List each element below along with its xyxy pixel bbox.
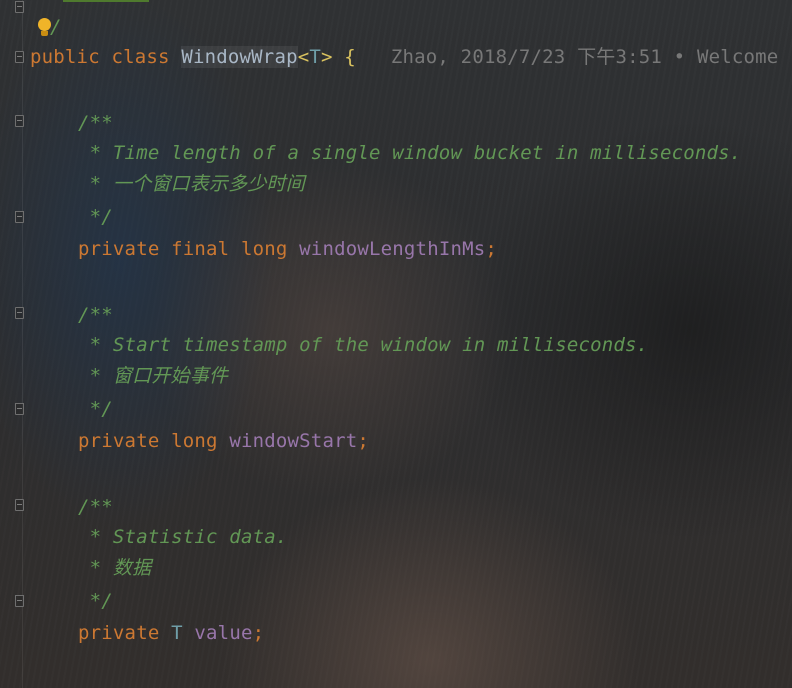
bulb-base [41, 31, 48, 36]
fold-marker-icon[interactable] [15, 595, 24, 607]
doc-comment-line: * Statistic data. [78, 525, 288, 549]
comment-open-text: /** [78, 304, 113, 326]
doc-comment-open: /** [78, 303, 113, 327]
comment-close-line: / [50, 15, 62, 39]
comment-open-text: /** [78, 496, 113, 518]
gutter-divider [22, 0, 23, 688]
semicolon: ; [357, 430, 369, 452]
field-declaration[interactable]: private T value; [78, 621, 264, 645]
fold-marker-icon[interactable] [15, 307, 24, 319]
doc-comment-close: */ [78, 589, 113, 613]
type-open: < [297, 46, 310, 68]
comment-text: * 窗口开始事件 [78, 365, 229, 387]
field-declaration[interactable]: private long windowStart; [78, 429, 369, 453]
doc-comment-open: /** [78, 111, 113, 135]
comment-text: * Statistic data. [78, 526, 288, 548]
field-name[interactable]: value [194, 622, 252, 644]
comment-close-text: */ [78, 206, 113, 228]
fold-marker-icon[interactable] [15, 1, 24, 13]
keyword-class: class [111, 46, 170, 68]
comment-close-text: */ [78, 398, 113, 420]
semicolon: ; [485, 238, 498, 260]
type-long: long [171, 430, 218, 452]
type-long: long [240, 238, 288, 260]
type-close: > [321, 46, 333, 68]
doc-comment-line: * 一个窗口表示多少时间 [78, 172, 305, 196]
doc-comment-line: * Start timestamp of the window in milli… [78, 333, 648, 357]
class-declaration[interactable]: public class WindowWrap<T> { Zhao, 2018/… [30, 45, 778, 69]
modifier-private: private [78, 238, 160, 260]
comment-text: * Time length of a single window bucket … [78, 142, 742, 164]
doc-comment-line: * Time length of a single window bucket … [78, 141, 742, 165]
git-blame-hint[interactable]: Zhao, 2018/7/23 下午3:51 • Welcome [391, 46, 779, 68]
comment-text: * 数据 [78, 557, 152, 579]
fold-marker-icon[interactable] [15, 499, 24, 511]
comment-open-text: /** [78, 112, 113, 134]
doc-comment-line: * 窗口开始事件 [78, 364, 228, 388]
fold-marker-icon[interactable] [15, 403, 24, 415]
class-open-brace: { [344, 46, 356, 68]
type-param: T [171, 622, 183, 644]
type-param: T [309, 46, 321, 68]
modifier-private: private [78, 622, 160, 644]
fold-marker-icon[interactable] [15, 51, 24, 63]
semicolon: ; [252, 622, 265, 644]
field-declaration[interactable]: private final long windowLengthInMs; [78, 237, 497, 261]
scroll-marker [63, 0, 149, 2]
comment-text: * 一个窗口表示多少时间 [78, 173, 305, 195]
comment-slash: / [50, 16, 62, 38]
fold-marker-icon[interactable] [15, 211, 24, 223]
comment-text: * Start timestamp of the window in milli… [78, 334, 649, 356]
doc-comment-close: */ [78, 397, 113, 421]
doc-comment-close: */ [78, 205, 113, 229]
modifier-private: private [78, 430, 160, 452]
comment-close-text: */ [78, 590, 113, 612]
modifier-final: final [171, 238, 230, 260]
field-name[interactable]: windowStart [229, 430, 357, 452]
doc-comment-open: /** [78, 495, 113, 519]
class-name[interactable]: WindowWrap [181, 46, 298, 68]
doc-comment-line: * 数据 [78, 556, 152, 580]
fold-marker-icon[interactable] [15, 115, 24, 127]
modifier-public: public [30, 46, 100, 68]
field-name[interactable]: windowLengthInMs [299, 238, 485, 260]
